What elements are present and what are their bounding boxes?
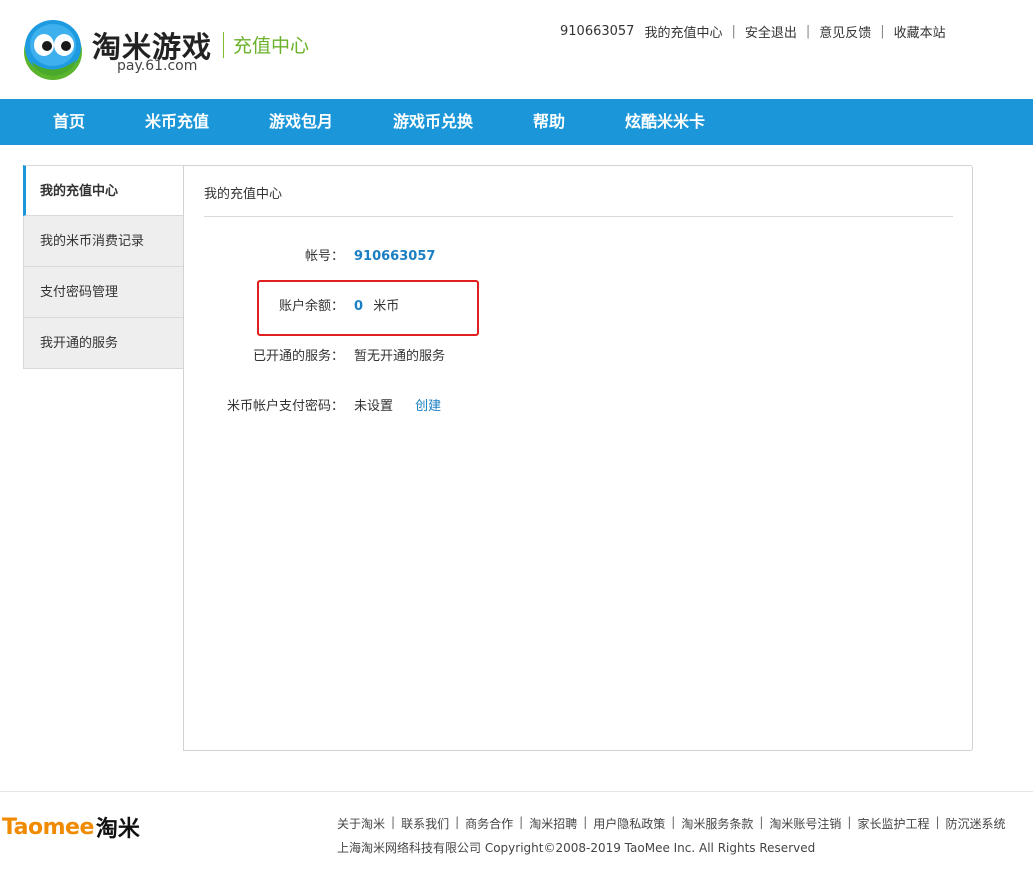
sidebar-item-my-services[interactable]: 我开通的服务 bbox=[23, 318, 184, 369]
services-label: 已开通的服务： bbox=[252, 349, 344, 364]
footer-link-parental[interactable]: 家长监护工程 bbox=[857, 815, 929, 832]
main-panel: 我的充值中心 帐号： 910663057 账户余额： 0 米币 已开通的服务： … bbox=[183, 165, 973, 751]
top-links: 910663057 我的充值中心 | 安全退出 | 意见反馈 | 收藏本站 bbox=[560, 22, 946, 41]
account-value: 910663057 bbox=[354, 249, 436, 264]
footer-separator: | bbox=[583, 815, 588, 829]
balance-value: 0 bbox=[354, 299, 364, 314]
balance-value-group: 0 米币 bbox=[354, 297, 399, 317]
sidebar-item-my-center[interactable]: 我的充值中心 bbox=[23, 165, 184, 216]
nav-item-help[interactable]: 帮助 bbox=[533, 99, 565, 145]
footer-link-privacy[interactable]: 用户隐私政策 bbox=[593, 815, 665, 832]
footer-separator: | bbox=[671, 815, 676, 829]
site-logo[interactable]: 淘米游戏 pay.61.com 充值中心 bbox=[22, 14, 322, 84]
footer-link-anti-addiction[interactable]: 防沉迷系统 bbox=[946, 815, 1006, 832]
footer-separator: | bbox=[847, 815, 852, 829]
logout-link[interactable]: 安全退出 bbox=[745, 22, 797, 41]
footer-link-business[interactable]: 商务合作 bbox=[465, 815, 513, 832]
pay-password-status: 未设置 bbox=[354, 399, 394, 414]
footer-copyright: 上海淘米网络科技有限公司 Copyright©2008-2019 TaoMee … bbox=[337, 841, 816, 855]
footer-link-account-cancel[interactable]: 淘米账号注销 bbox=[769, 815, 841, 832]
pay-password-value-group: 未设置 创建 bbox=[354, 397, 441, 417]
services-row: 已开通的服务： 暂无开通的服务 bbox=[184, 347, 884, 367]
footer-link-about[interactable]: 关于淘米 bbox=[337, 815, 385, 832]
footer-link-jobs[interactable]: 淘米招聘 bbox=[529, 815, 577, 832]
page-header: 淘米游戏 pay.61.com 充值中心 910663057 我的充值中心 | … bbox=[0, 0, 1033, 99]
balance-unit: 米币 bbox=[373, 299, 400, 314]
account-label: 帐号： bbox=[304, 249, 344, 264]
sidebar-item-password-management[interactable]: 支付密码管理 bbox=[23, 267, 184, 318]
balance-label: 账户余额： bbox=[278, 299, 344, 314]
nav-item-recharge[interactable]: 米币充值 bbox=[145, 99, 209, 145]
nav-item-mimi-card[interactable]: 炫酷米米卡 bbox=[625, 99, 705, 145]
feedback-link[interactable]: 意见反馈 bbox=[819, 22, 871, 41]
link-separator: | bbox=[805, 24, 811, 39]
sidebar: 我的充值中心 我的米币消费记录 支付密码管理 我开通的服务 bbox=[23, 165, 184, 369]
sidebar-item-consumption-records[interactable]: 我的米币消费记录 bbox=[23, 216, 184, 267]
balance-row: 账户余额： 0 米币 bbox=[184, 297, 884, 317]
my-center-link[interactable]: 我的充值中心 bbox=[644, 22, 722, 41]
link-separator: | bbox=[880, 24, 885, 39]
link-separator: | bbox=[731, 24, 736, 39]
nav-item-exchange[interactable]: 游戏币兑换 bbox=[393, 99, 473, 145]
footer-links: 关于淘米 | 联系我们 | 商务合作 | 淘米招聘 | 用户隐私政策 | 淘米服… bbox=[337, 815, 1006, 832]
footer-separator: | bbox=[391, 815, 396, 829]
mascot-logo-icon bbox=[24, 20, 82, 80]
footer-divider bbox=[0, 791, 1033, 792]
footer-logo[interactable]: Taomee 淘米 bbox=[2, 812, 140, 843]
user-id: 910663057 bbox=[560, 24, 635, 39]
footer-link-terms[interactable]: 淘米服务条款 bbox=[681, 815, 753, 832]
footer-separator: | bbox=[455, 815, 460, 829]
footer-link-contact[interactable]: 联系我们 bbox=[401, 815, 449, 832]
nav-item-monthly[interactable]: 游戏包月 bbox=[269, 99, 333, 145]
logo-url: pay.61.com bbox=[117, 58, 198, 74]
pay-password-row: 米币帐户支付密码： 未设置 创建 bbox=[184, 397, 884, 417]
nav-item-home[interactable]: 首页 bbox=[53, 99, 85, 145]
bookmark-link[interactable]: 收藏本站 bbox=[894, 22, 946, 41]
pay-password-label: 米币帐户支付密码： bbox=[226, 399, 344, 414]
footer-logo-en: Taomee bbox=[2, 814, 94, 840]
services-value: 暂无开通的服务 bbox=[354, 349, 446, 364]
footer-logo-cn: 淘米 bbox=[95, 817, 140, 842]
account-row: 帐号： 910663057 bbox=[184, 247, 884, 267]
footer-separator: | bbox=[935, 815, 940, 829]
create-password-link[interactable]: 创建 bbox=[415, 399, 441, 414]
logo-divider bbox=[223, 32, 224, 58]
footer-separator: | bbox=[519, 815, 524, 829]
main-nav: 首页 米币充值 游戏包月 游戏币兑换 帮助 炫酷米米卡 bbox=[0, 99, 1033, 145]
footer-separator: | bbox=[759, 815, 764, 829]
page-title: 我的充值中心 bbox=[204, 187, 283, 202]
title-divider bbox=[204, 216, 953, 217]
logo-subtitle: 充值中心 bbox=[233, 35, 310, 57]
